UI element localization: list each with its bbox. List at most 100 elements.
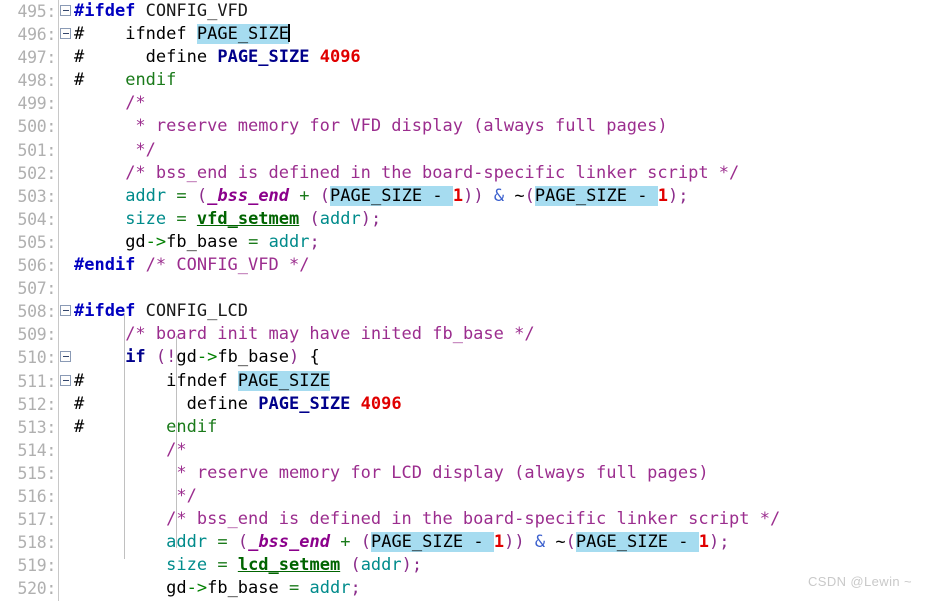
line-content[interactable]: /* [72, 92, 926, 115]
fold-column[interactable] [58, 161, 72, 185]
code-line[interactable]: 507: [0, 277, 926, 301]
code-line[interactable]: 510: if (!gd->fb_base) { [0, 346, 926, 370]
line-content[interactable]: if (!gd->fb_base) { [72, 346, 926, 369]
code-line[interactable]: 508: #ifdef CONFIG_LCD [0, 300, 926, 324]
code-line[interactable]: 505: gd->fb_base = addr; [0, 230, 926, 255]
code-area[interactable]: 495: #ifdef CONFIG_VFD 496: # ifndef PAG… [0, 0, 926, 601]
code-line[interactable]: 502: /* bss_end is defined in the board-… [0, 161, 926, 185]
line-content[interactable]: * reserve memory for VFD display (always… [72, 115, 926, 138]
line-number: 515: [0, 461, 58, 485]
code-line[interactable]: 509: /* board init may have inited fb_ba… [0, 323, 926, 347]
line-number: 502: [0, 161, 58, 185]
code-editor[interactable]: 495: #ifdef CONFIG_VFD 496: # ifndef PAG… [0, 0, 926, 601]
fold-column[interactable] [58, 92, 72, 116]
fold-toggle-icon[interactable] [60, 28, 71, 40]
fold-column[interactable] [58, 438, 72, 462]
line-content[interactable]: addr = (_bss_end + (PAGE_SIZE - 1)) & ~(… [72, 185, 926, 208]
fold-column[interactable] [58, 300, 72, 324]
fold-column[interactable] [58, 254, 72, 278]
fold-column[interactable] [58, 392, 72, 416]
code-line[interactable]: 504: size = vfd_setmem (addr); [0, 207, 926, 231]
fold-column[interactable] [58, 184, 72, 208]
code-line[interactable]: 506: #endif /* CONFIG_VFD */ [0, 254, 926, 278]
line-content[interactable]: size = vfd_setmem (addr); [72, 208, 926, 231]
token-endif: endif [125, 70, 177, 91]
token-page-size-highlighted: PAGE_SIZE [196, 24, 289, 45]
token-define: define [186, 393, 249, 414]
fold-toggle-icon[interactable] [60, 5, 71, 16]
fold-column[interactable] [58, 531, 72, 555]
code-line[interactable]: 499: /* [0, 92, 926, 116]
code-line[interactable]: 511: # ifndef PAGE_SIZE [0, 369, 926, 393]
token-paren: ( [360, 532, 371, 553]
token-paren: ) [504, 532, 515, 553]
code-line[interactable]: 516: */ [0, 484, 926, 509]
fold-column[interactable] [58, 323, 72, 347]
fold-column[interactable] [58, 69, 72, 93]
line-content[interactable]: # endif [72, 69, 926, 92]
fold-column[interactable] [58, 230, 72, 255]
fold-toggle-icon[interactable] [60, 305, 71, 317]
line-content[interactable]: # ifndef PAGE_SIZE [72, 23, 926, 46]
line-content[interactable]: */ [72, 139, 926, 162]
code-line[interactable]: 517: /* bss_end is defined in the board-… [0, 508, 926, 532]
line-content[interactable]: #ifdef CONFIG_VFD [72, 0, 926, 23]
line-content[interactable]: gd->fb_base = addr; [72, 577, 926, 600]
fold-column[interactable] [58, 346, 72, 370]
code-line[interactable]: 518: addr = (_bss_end + (PAGE_SIZE - 1))… [0, 531, 926, 555]
line-content[interactable]: size = lcd_setmem (addr); [72, 554, 926, 577]
token-tilde: ~ [514, 185, 525, 206]
line-content[interactable]: # define PAGE_SIZE 4096 [72, 393, 926, 416]
code-line[interactable]: 500: * reserve memory for VFD display (a… [0, 115, 926, 139]
token-assign: = [176, 185, 187, 206]
fold-column[interactable] [58, 369, 72, 393]
code-line[interactable]: 501: */ [0, 138, 926, 162]
fold-column[interactable] [58, 138, 72, 162]
line-content[interactable]: #ifdef CONFIG_LCD [72, 300, 926, 323]
fold-column[interactable] [58, 484, 72, 509]
fold-toggle-icon[interactable] [60, 374, 71, 386]
fold-column[interactable] [58, 415, 72, 439]
code-line[interactable]: 496: # ifndef PAGE_SIZE [0, 23, 926, 47]
code-line[interactable]: 503: addr = (_bss_end + (PAGE_SIZE - 1))… [0, 184, 926, 208]
fold-column[interactable] [58, 577, 72, 601]
line-content[interactable]: # ifndef PAGE_SIZE [72, 370, 926, 393]
code-line[interactable]: 495: #ifdef CONFIG_VFD [0, 0, 926, 24]
fold-column[interactable] [58, 207, 72, 231]
line-content[interactable]: /* bss_end is defined in the board-speci… [72, 508, 926, 531]
line-content[interactable]: # endif [72, 416, 926, 439]
token-comment: /* bss_end is defined in the board-speci… [125, 162, 740, 183]
code-line[interactable]: 498: # endif [0, 69, 926, 93]
line-content[interactable]: # define PAGE_SIZE 4096 [72, 46, 926, 69]
fold-column[interactable] [58, 0, 72, 24]
code-line[interactable]: 514: /* [0, 438, 926, 462]
fold-column[interactable] [58, 46, 72, 70]
token-assign: = [248, 231, 259, 252]
fold-column[interactable] [58, 461, 72, 485]
line-content[interactable]: /* [72, 439, 926, 462]
code-line[interactable]: 512: # define PAGE_SIZE 4096 [0, 392, 926, 416]
token-paren: ) [514, 532, 525, 553]
fold-column[interactable] [58, 508, 72, 532]
line-content[interactable]: */ [72, 485, 926, 508]
fold-toggle-icon[interactable] [60, 351, 71, 363]
line-content[interactable] [72, 277, 926, 300]
code-line[interactable]: 497: # define PAGE_SIZE 4096 [0, 46, 926, 70]
token-paren: ( [237, 532, 249, 553]
code-line[interactable]: 520: gd->fb_base = addr; [0, 577, 926, 601]
fold-column[interactable] [58, 277, 72, 301]
line-content[interactable]: * reserve memory for LCD display (always… [72, 462, 926, 485]
line-content[interactable]: /* bss_end is defined in the board-speci… [72, 162, 926, 185]
fold-column[interactable] [58, 23, 72, 47]
line-content[interactable]: /* board init may have inited fb_base */ [72, 323, 926, 346]
token-hash: # [74, 370, 85, 391]
fold-column[interactable] [58, 554, 72, 578]
code-line[interactable]: 515: * reserve memory for LCD display (a… [0, 461, 926, 485]
line-content[interactable]: #endif /* CONFIG_VFD */ [72, 254, 926, 277]
line-content[interactable]: addr = (_bss_end + (PAGE_SIZE - 1)) & ~(… [72, 531, 926, 554]
token-variable-addr: addr [125, 185, 167, 206]
fold-column[interactable] [58, 115, 72, 139]
code-line[interactable]: 513: # endif [0, 415, 926, 439]
code-line[interactable]: 519: size = lcd_setmem (addr); [0, 554, 926, 578]
line-content[interactable]: gd->fb_base = addr; [72, 231, 926, 254]
